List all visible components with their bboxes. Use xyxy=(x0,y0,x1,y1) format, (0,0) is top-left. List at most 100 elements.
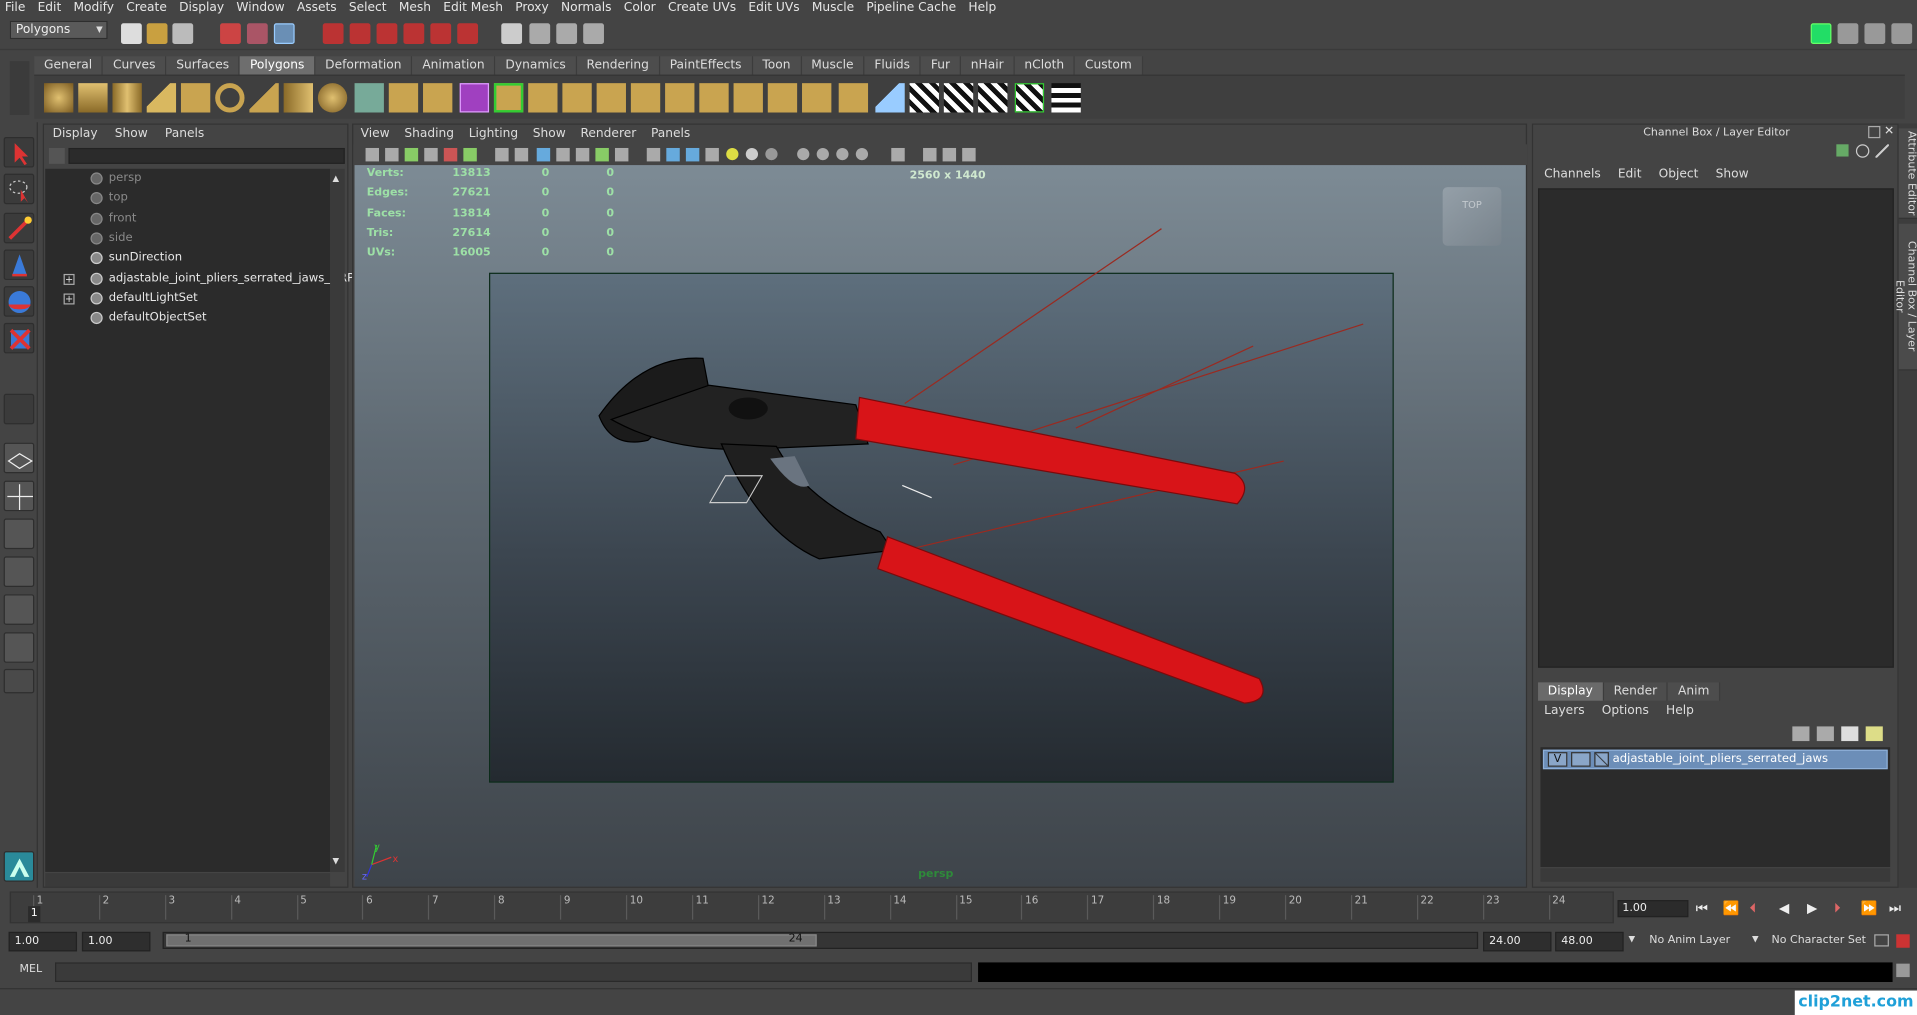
scroll-down-icon[interactable]: ▼ xyxy=(333,856,340,866)
shelf-tab-custom[interactable]: Custom xyxy=(1075,56,1143,75)
poly-cylinder-icon[interactable] xyxy=(112,83,142,113)
combine-icon[interactable] xyxy=(354,83,384,113)
ipr-render-icon[interactable] xyxy=(556,23,578,45)
shelf-tab-polygons[interactable]: Polygons xyxy=(240,56,316,75)
menu-proxy[interactable]: Proxy xyxy=(510,0,556,16)
viewport-menu-panels[interactable]: Panels xyxy=(644,125,698,145)
move-layer-up-icon[interactable] xyxy=(1792,726,1810,742)
channel-box-mode-icon[interactable] xyxy=(1836,144,1849,157)
animation-start-field[interactable]: 1.00 xyxy=(8,931,78,952)
sculpt-geometry-icon[interactable] xyxy=(802,83,832,113)
create-layer-from-selected-icon[interactable] xyxy=(1865,726,1883,742)
shelf-tab-ncloth[interactable]: nCloth xyxy=(1014,56,1076,75)
viewport-scene[interactable]: Verts: 13813 0 0 Edges: 27621 0 0 Faces: 13814 0 0 T… xyxy=(354,165,1526,887)
menu-edit[interactable]: Edit xyxy=(33,0,69,16)
pliers-model[interactable]: y x z xyxy=(355,165,1526,887)
menu-set-dropdown[interactable]: Polygons ▼ xyxy=(9,20,108,40)
menu-pipeline-cache[interactable]: Pipeline Cache xyxy=(861,0,963,16)
animation-end-field[interactable]: 48.00 xyxy=(1555,931,1624,952)
play-forwards-icon[interactable]: ▶ xyxy=(1807,900,1817,916)
paint-select-tool-icon[interactable] xyxy=(3,212,35,244)
layer-menu-layers[interactable]: Layers xyxy=(1536,702,1594,722)
anim-layer-chevron-icon[interactable]: ▼ xyxy=(1629,934,1636,944)
snap-point-icon[interactable] xyxy=(376,23,398,45)
channel-box-speed-icon[interactable] xyxy=(1855,144,1870,158)
menu-assets[interactable]: Assets xyxy=(292,0,344,16)
menu-help[interactable]: Help xyxy=(963,0,1003,16)
channel-menu-show[interactable]: Show xyxy=(1707,165,1757,185)
scroll-up-icon[interactable]: ▲ xyxy=(333,174,340,184)
character-set-dropdown[interactable]: No Character Set xyxy=(1772,934,1866,946)
separate-icon[interactable] xyxy=(388,83,419,113)
move-layer-down-icon[interactable] xyxy=(1816,726,1834,742)
viewport-menu-lighting[interactable]: Lighting xyxy=(461,125,525,145)
shelf-tab-muscle[interactable]: Muscle xyxy=(801,56,865,75)
viewport-menu-show[interactable]: Show xyxy=(525,125,573,145)
channel-box-manip-icon[interactable] xyxy=(1875,144,1889,158)
menu-file[interactable]: File xyxy=(0,0,33,16)
soft-modification-icon[interactable] xyxy=(838,83,869,113)
offset-edge-loop-icon[interactable] xyxy=(665,83,695,113)
go-to-start-icon[interactable]: ⏮ xyxy=(1696,900,1708,917)
poly-cone-icon[interactable] xyxy=(146,83,177,113)
channel-box-layer-editor-tab[interactable]: Channel Box / Layer Editor xyxy=(1893,223,1917,371)
viewport-toolbar-icons[interactable] xyxy=(353,144,989,165)
spherical-mapping-icon[interactable] xyxy=(978,83,1008,113)
new-scene-icon[interactable] xyxy=(121,23,142,45)
channel-menu-object[interactable]: Object xyxy=(1650,165,1707,185)
attribute-editor-tab[interactable]: Attribute Editor xyxy=(1898,128,1917,219)
outliner-filter-input[interactable] xyxy=(68,147,345,164)
menu-color[interactable]: Color xyxy=(619,0,663,16)
outliner-item-sundirection[interactable]: sunDirection xyxy=(45,248,330,268)
viewport-menu-view[interactable]: View xyxy=(353,125,397,145)
shelf-tab-curves[interactable]: Curves xyxy=(103,56,167,75)
select-tool-icon[interactable] xyxy=(3,136,35,168)
menu-muscle[interactable]: Muscle xyxy=(807,0,862,16)
uv-texture-editor-icon[interactable] xyxy=(1051,83,1081,113)
snap-grid-icon[interactable] xyxy=(322,23,344,45)
playback-end-field[interactable]: 24.00 xyxy=(1483,931,1552,952)
filter-icon[interactable] xyxy=(48,147,65,164)
poly-pyramid-icon[interactable] xyxy=(249,83,279,113)
step-back-frame-icon[interactable]: ⏪ xyxy=(1723,900,1740,916)
shelf-tab-surfaces[interactable]: Surfaces xyxy=(166,56,241,75)
scale-tool-icon[interactable] xyxy=(3,322,35,354)
viewport-menu-renderer[interactable]: Renderer xyxy=(573,125,643,145)
render-settings-icon[interactable] xyxy=(583,23,604,45)
extrude-icon[interactable] xyxy=(493,83,524,113)
lasso-tool-icon[interactable] xyxy=(3,173,35,205)
layer-display-type-toggle[interactable] xyxy=(1571,752,1591,767)
layer-menu-help[interactable]: Help xyxy=(1657,702,1702,722)
select-component-icon[interactable] xyxy=(273,23,295,45)
range-slider-handle[interactable]: 1 24 xyxy=(166,933,817,947)
shelf-tab-fur[interactable]: Fur xyxy=(921,56,961,75)
hypershade-persp-layout-icon[interactable] xyxy=(3,594,35,625)
step-forward-key-icon[interactable]: ⏵ xyxy=(1834,900,1841,917)
menu-display[interactable]: Display xyxy=(174,0,231,16)
render-frame-icon[interactable] xyxy=(529,23,551,45)
expand-icon[interactable]: + xyxy=(63,273,75,285)
outliner-item-front[interactable]: front xyxy=(45,209,330,229)
outliner-menu-show[interactable]: Show xyxy=(106,125,156,145)
make-live-icon[interactable] xyxy=(457,23,479,45)
snap-plane-icon[interactable] xyxy=(403,23,425,45)
menu-modify[interactable]: Modify xyxy=(69,0,122,16)
save-scene-icon[interactable] xyxy=(172,23,194,45)
menu-window[interactable]: Window xyxy=(232,0,292,16)
outliner-item-defaultobjectset[interactable]: defaultObjectSet xyxy=(45,308,330,328)
select-object-icon[interactable] xyxy=(246,23,268,45)
layer-row[interactable]: V adjastable_joint_pliers_serrated_jaws xyxy=(1542,749,1888,770)
playback-start-field[interactable]: 1.00 xyxy=(81,931,151,952)
mel-label[interactable]: MEL xyxy=(20,964,43,976)
toggle-modeling-toolkit-icon[interactable] xyxy=(1810,23,1832,45)
expand-icon[interactable]: + xyxy=(63,293,75,305)
step-forward-frame-icon[interactable]: ⏩ xyxy=(1861,900,1878,916)
automatic-mapping-icon[interactable] xyxy=(1014,83,1045,113)
four-view-layout-icon[interactable] xyxy=(3,480,35,512)
outliner-horizontal-scrollbar[interactable] xyxy=(45,873,331,887)
shelf-tab-animation[interactable]: Animation xyxy=(412,56,496,75)
bridge-icon[interactable] xyxy=(528,83,558,113)
custom-layout-icon[interactable] xyxy=(3,668,35,694)
shelf-tab-nhair[interactable]: nHair xyxy=(960,56,1015,75)
menu-edit-uvs[interactable]: Edit UVs xyxy=(743,0,806,16)
